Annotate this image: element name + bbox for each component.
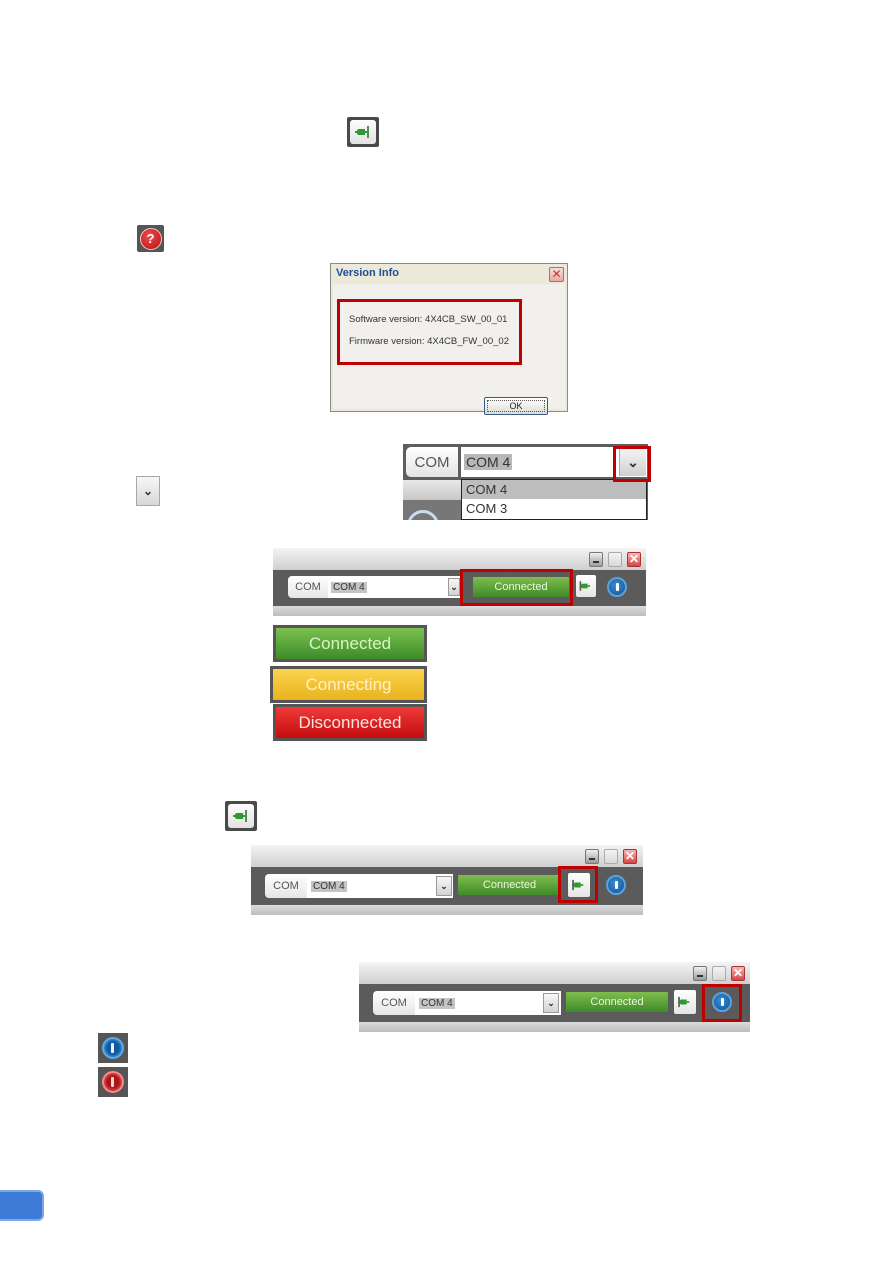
com-label: COM	[288, 576, 328, 598]
com-selected-value: COM 4	[464, 454, 513, 470]
status-connecting: Connecting	[270, 666, 427, 703]
status-disconnected: Disconnected	[273, 704, 427, 741]
com-select[interactable]: COM 4	[307, 874, 453, 898]
power-button[interactable]	[607, 577, 627, 597]
com-dropdown-expanded: COM COM 4 ⌄ COM 4 COM 3	[403, 444, 648, 520]
help-question-glyph: ?	[139, 227, 162, 250]
dialog-close-button[interactable]: ✕	[549, 267, 564, 282]
highlight-version-box	[337, 299, 522, 365]
com-selected-value: COM 4	[311, 880, 347, 892]
com-option[interactable]: COM 3	[462, 499, 646, 518]
highlight-status	[460, 569, 573, 606]
app-toolbar-power: ✕ COM COM 4 ⌄ Connected	[359, 962, 750, 1032]
power-on-icon	[98, 1033, 128, 1063]
highlight-dropdown-arrow	[613, 446, 651, 482]
com-options-list: COM 4 COM 3	[461, 479, 647, 520]
plug-connect-button[interactable]	[576, 575, 596, 597]
com-option[interactable]: COM 4	[462, 480, 646, 499]
com-label: COM	[406, 447, 458, 477]
highlight-connect-button	[558, 866, 598, 903]
com-selected-value: COM 4	[419, 997, 455, 1009]
status-connected: Connected	[273, 625, 427, 662]
com-dropdown-arrow[interactable]: ⌄	[543, 993, 559, 1013]
com-label: COM	[373, 991, 415, 1015]
plug-connect-button[interactable]	[674, 990, 696, 1014]
maximize-button[interactable]	[604, 849, 618, 864]
highlight-power-button	[702, 984, 742, 1022]
com-label: COM	[265, 874, 307, 898]
maximize-button[interactable]	[712, 966, 726, 981]
com-select[interactable]: COM 4	[328, 576, 460, 598]
power-button[interactable]	[606, 875, 626, 895]
chevron-down-icon: ⌄	[136, 476, 160, 506]
help-question-icon: ?	[137, 225, 164, 252]
com-select[interactable]: COM 4	[415, 991, 561, 1015]
dialog-title: Version Info	[336, 267, 399, 279]
close-button[interactable]: ✕	[731, 966, 745, 981]
page-number-tab	[0, 1190, 44, 1221]
maximize-button[interactable]	[608, 552, 622, 567]
plug-connect-icon	[347, 117, 379, 147]
minimize-button[interactable]	[585, 849, 599, 864]
minimize-button[interactable]	[693, 966, 707, 981]
com-dropdown-arrow[interactable]: ⌄	[448, 578, 460, 596]
ok-button[interactable]: OK	[484, 397, 548, 415]
close-button[interactable]: ✕	[627, 552, 641, 567]
minimize-button[interactable]	[589, 552, 603, 567]
power-off-icon	[98, 1067, 128, 1097]
connection-status: Connected	[566, 992, 668, 1012]
connection-status: Connected	[458, 875, 561, 895]
com-dropdown-arrow[interactable]: ⌄	[436, 876, 452, 896]
close-button[interactable]: ✕	[623, 849, 637, 864]
plug-connect-icon	[225, 801, 257, 831]
com-selected-value: COM 4	[331, 581, 367, 593]
